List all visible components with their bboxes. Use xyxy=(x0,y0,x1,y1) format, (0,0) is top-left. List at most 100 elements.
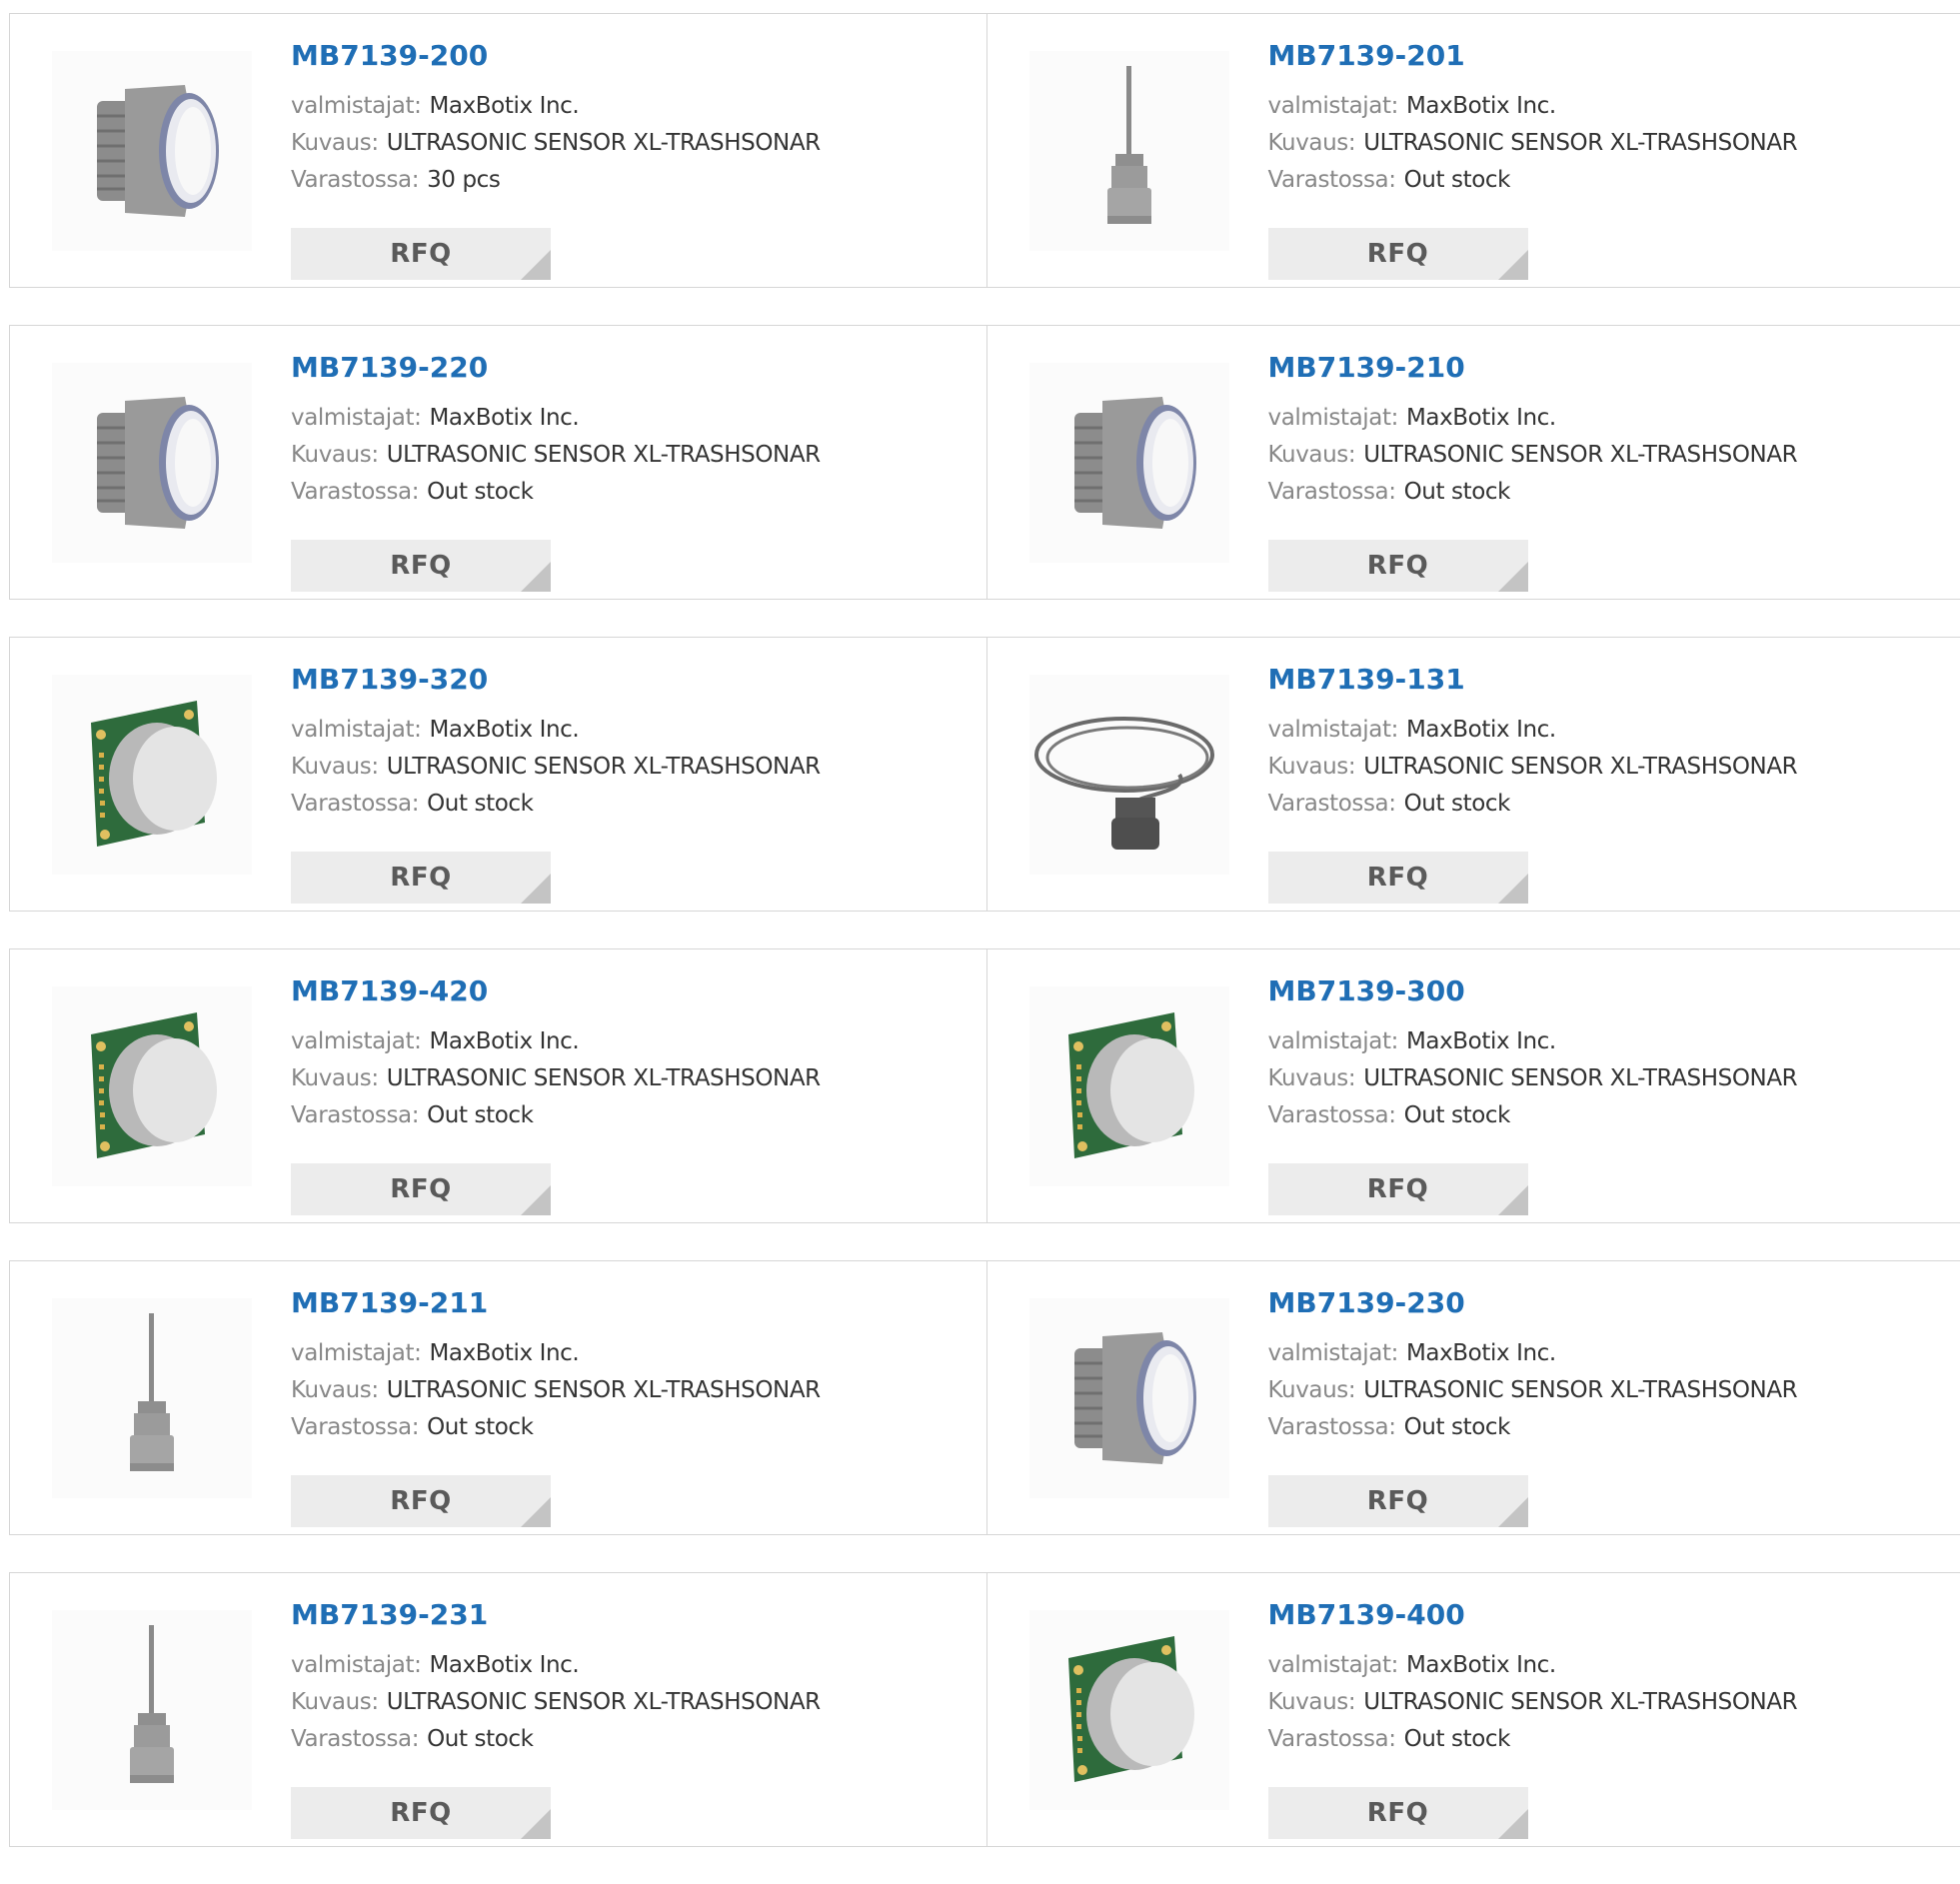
pcb-sensor-icon xyxy=(1054,1006,1204,1166)
manufacturer-label: valmistajat: xyxy=(1268,1652,1398,1678)
manufacturer-line: valmistajat: MaxBotix Inc. xyxy=(1268,88,1798,125)
stock-label: Varastossa: xyxy=(1268,167,1396,193)
rfq-label: RFQ xyxy=(390,1174,451,1204)
description-label: Kuvaus: xyxy=(1268,1689,1356,1715)
manufacturer-label: valmistajat: xyxy=(291,717,421,743)
manufacturer-line: valmistajat:MaxBotix Inc. xyxy=(291,712,821,749)
manufacturer-value: MaxBotix Inc. xyxy=(429,1028,579,1054)
rfq-button[interactable]: RFQ xyxy=(1268,1787,1528,1839)
rfq-button[interactable]: RFQ xyxy=(291,1475,551,1527)
description-value: ULTRASONIC SENSOR XL-TRASHSONAR xyxy=(387,442,821,468)
manufacturer-label: valmistajat: xyxy=(291,1340,421,1366)
product-image[interactable] xyxy=(1029,675,1229,875)
description-value: ULTRASONIC SENSOR XL-TRASHSONAR xyxy=(1363,1377,1797,1403)
part-number-link[interactable]: MB7139-300 xyxy=(1268,977,1798,1009)
product-card: MB7139-320 valmistajat:MaxBotix Inc. Kuv… xyxy=(10,638,986,911)
manufacturer-line: valmistajat:MaxBotix Inc. xyxy=(1268,1335,1798,1372)
manufacturer-value: MaxBotix Inc. xyxy=(1406,1652,1556,1678)
rfq-label: RFQ xyxy=(390,239,451,269)
manufacturer-value: MaxBotix Inc. xyxy=(1406,717,1556,743)
manufacturer-label: valmistajat: xyxy=(1268,405,1398,431)
product-image[interactable] xyxy=(1029,1298,1229,1498)
product-card: MB7139-220 valmistajat:MaxBotix Inc. Kuv… xyxy=(10,326,986,599)
description-label: Kuvaus: xyxy=(291,754,379,780)
description-line: Kuvaus:ULTRASONIC SENSOR XL-TRASHSONAR xyxy=(1268,125,1798,162)
product-row: MB7139-200 valmistajat: MaxBotix Inc. Kuv… xyxy=(9,13,1960,288)
part-number-link[interactable]: MB7139-131 xyxy=(1268,666,1798,698)
description-value: ULTRASONIC SENSOR XL-TRASHSONAR xyxy=(387,1065,821,1091)
product-image[interactable] xyxy=(52,363,252,563)
product-card: MB7139-400 valmistajat: MaxBotix Inc. Kuv… xyxy=(986,1573,1960,1846)
product-image[interactable] xyxy=(52,1610,252,1810)
product-card: MB7139-201 valmistajat: MaxBotix Inc. Kuv… xyxy=(986,14,1960,287)
manufacturer-label: valmistajat: xyxy=(1268,1028,1398,1054)
product-card: MB7139-231 valmistajat:MaxBotix Inc. Kuv… xyxy=(10,1573,986,1846)
description-value: ULTRASONIC SENSOR XL-TRASHSONAR xyxy=(1363,442,1797,468)
rfq-button[interactable]: RFQ xyxy=(291,1163,551,1215)
stock-label: Varastossa: xyxy=(291,1414,419,1440)
part-number-link[interactable]: MB7139-200 xyxy=(291,42,821,74)
manufacturer-value: MaxBotix Inc. xyxy=(429,1340,579,1366)
stock-line: Varastossa:Out stock xyxy=(1268,1097,1798,1134)
stock-line: Varastossa:Out stock xyxy=(1268,474,1798,511)
product-image[interactable] xyxy=(52,1298,252,1498)
description-label: Kuvaus: xyxy=(291,130,379,156)
description-line: Kuvaus:ULTRASONIC SENSOR XL-TRASHSONAR xyxy=(291,749,821,786)
rfq-button[interactable]: RFQ xyxy=(291,540,551,592)
part-number-link[interactable]: MB7139-400 xyxy=(1268,1601,1798,1633)
part-number-link[interactable]: MB7139-210 xyxy=(1268,354,1798,386)
description-label: Kuvaus: xyxy=(1268,754,1356,780)
product-card: MB7139-131 valmistajat:MaxBotix Inc. Kuv… xyxy=(986,638,1960,911)
description-line: Kuvaus: ULTRASONIC SENSOR XL-TRASHSONAR xyxy=(291,1684,821,1721)
part-number-link[interactable]: MB7139-231 xyxy=(291,1601,821,1633)
product-card: MB7139-200 valmistajat:MaxBotix Inc. Kuv… xyxy=(10,14,986,287)
part-number-link[interactable]: MB7139-320 xyxy=(291,666,821,698)
manufacturer-value: MaxBotix Inc. xyxy=(1406,1340,1556,1366)
description-line: Kuvaus:ULTRASONIC SENSOR XL-TRASHSONAR xyxy=(1268,1372,1798,1409)
stock-value: Out stock xyxy=(1404,791,1510,817)
description-line: Kuvaus:ULTRASONIC SENSOR XL-TRASHSONAR xyxy=(291,125,821,162)
product-image[interactable] xyxy=(1029,363,1229,563)
rfq-button[interactable]: RFQ xyxy=(291,228,551,280)
rfq-label: RFQ xyxy=(390,863,451,893)
part-number-link[interactable]: MB7139-201 xyxy=(1268,42,1798,74)
manufacturer-label: valmistajat: xyxy=(1268,93,1398,119)
stock-line: Varastossa:Out stock xyxy=(1268,786,1798,823)
part-number-link[interactable]: MB7139-211 xyxy=(291,1289,821,1321)
part-number-link[interactable]: MB7139-230 xyxy=(1268,1289,1798,1321)
rfq-button[interactable]: RFQ xyxy=(1268,1475,1528,1527)
product-image[interactable] xyxy=(1029,986,1229,1186)
product-image[interactable] xyxy=(1029,51,1229,251)
rfq-corner-icon xyxy=(521,1809,551,1839)
manufacturer-line: valmistajat:MaxBotix Inc. xyxy=(291,400,821,437)
stock-value: Out stock xyxy=(1404,1102,1510,1128)
description-value: ULTRASONIC SENSOR XL-TRASHSONAR xyxy=(1363,1065,1797,1091)
product-image[interactable] xyxy=(1029,1610,1229,1810)
product-image[interactable] xyxy=(52,675,252,875)
rfq-button[interactable]: RFQ xyxy=(1268,228,1528,280)
manufacturer-value: MaxBotix Inc. xyxy=(1406,93,1556,119)
description-label: Kuvaus: xyxy=(291,442,379,468)
description-line: Kuvaus:ULTRASONIC SENSOR XL-TRASHSONAR xyxy=(1268,437,1798,474)
description-label: Kuvaus: xyxy=(291,1377,379,1403)
rfq-corner-icon xyxy=(521,562,551,592)
rfq-button[interactable]: RFQ xyxy=(291,852,551,904)
product-image[interactable] xyxy=(52,986,252,1186)
product-image[interactable] xyxy=(52,51,252,251)
part-number-link[interactable]: MB7139-220 xyxy=(291,354,821,386)
description-value: ULTRASONIC SENSOR XL-TRASHSONAR xyxy=(387,1689,821,1715)
rfq-label: RFQ xyxy=(390,551,451,581)
rfq-button[interactable]: RFQ xyxy=(1268,1163,1528,1215)
stock-line: Varastossa:Out stock xyxy=(291,474,821,511)
rfq-button[interactable]: RFQ xyxy=(291,1787,551,1839)
product-info: MB7139-200 valmistajat:MaxBotix Inc. Kuv… xyxy=(291,42,821,199)
rfq-button[interactable]: RFQ xyxy=(1268,852,1528,904)
rfq-corner-icon xyxy=(1498,562,1528,592)
rfq-label: RFQ xyxy=(390,1486,451,1516)
description-label: Kuvaus: xyxy=(291,1689,379,1715)
cable-sensor-icon xyxy=(112,1313,192,1483)
part-number-link[interactable]: MB7139-420 xyxy=(291,977,821,1009)
product-info: MB7139-131 valmistajat:MaxBotix Inc. Kuv… xyxy=(1268,666,1798,823)
rfq-label: RFQ xyxy=(1367,551,1428,581)
rfq-button[interactable]: RFQ xyxy=(1268,540,1528,592)
